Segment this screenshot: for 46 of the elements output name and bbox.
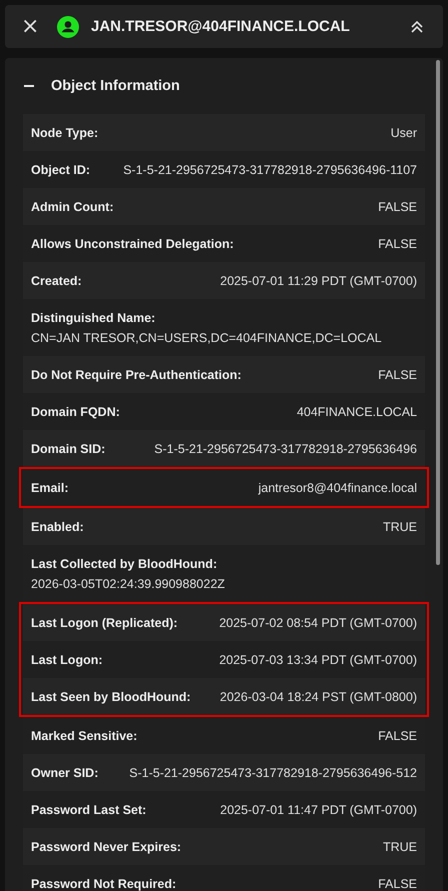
property-value: 404FINANCE.LOCAL (296, 404, 417, 418)
property-label: Do Not Require Pre-Authentication: (31, 368, 242, 382)
property-value: 2025-07-01 11:47 PDT (GMT-0700) (220, 802, 417, 816)
property-value: TRUE (382, 840, 417, 854)
property-value: CN=JAN TRESOR,CN=USERS,DC=404FINANCE,DC=LOCAL (31, 330, 382, 344)
property-label: Password Last Set: (31, 802, 146, 816)
property-value: 2025-07-03 13:34 PDT (GMT-0700) (219, 652, 417, 666)
property-value: 2026-03-05T02:24:39.990988022Z (31, 576, 225, 590)
property-label: Allows Unconstrained Delegation: (31, 236, 234, 250)
property-value: TRUE (382, 520, 417, 534)
property-label: Email: (31, 480, 69, 494)
property-label: Object ID: (31, 162, 90, 176)
scrollbar-thumb[interactable] (436, 60, 440, 565)
property-value: User (390, 126, 417, 140)
double-chevron-up-icon (410, 20, 424, 34)
property-label: Last Seen by BloodHound: (31, 690, 191, 704)
property-value: FALSE (378, 200, 417, 214)
property-label: Admin Count: (31, 200, 114, 214)
section-title: Object Information (51, 78, 180, 94)
property-value: 2026-03-04 18:24 PST (GMT-0800) (220, 690, 417, 704)
property-value: FALSE (378, 236, 417, 250)
property-label: Domain FQDN: (31, 404, 120, 418)
property-label: Password Never Expires: (31, 840, 182, 854)
property-label: Last Logon: (31, 652, 103, 666)
property-label: Password Not Required: (31, 876, 176, 890)
property-label: Marked Sensitive: (31, 728, 138, 742)
user-icon (57, 16, 79, 38)
property-value: S-1-5-21-2956725473-317782918-2795636496 (154, 442, 417, 456)
property-label: Owner SID: (31, 766, 98, 780)
property-label: Created: (31, 274, 82, 288)
node-title: JAN.TRESOR@404FINANCE.LOCAL (91, 18, 351, 35)
property-value: 2025-07-01 11:29 PDT (GMT-0700) (220, 274, 417, 288)
property-label: Node Type: (31, 126, 98, 140)
property-label: Last Logon (Replicated): (31, 616, 178, 630)
property-value: FALSE (378, 728, 417, 742)
property-value: FALSE (378, 876, 417, 890)
property-value: S-1-5-21-2956725473-317782918-2795636496-512 (129, 766, 417, 780)
property-value: 2025-07-02 08:54 PDT (GMT-0700) (219, 616, 417, 630)
close-button[interactable]: × (21, 16, 37, 36)
property-value: S-1-5-21-2956725473-317782918-2795636496-1107 (123, 162, 417, 176)
property-label: Last Collected by BloodHound: (31, 556, 218, 570)
property-value: jantresor8@404finance.local (258, 480, 417, 494)
property-value: FALSE (378, 368, 417, 382)
property-label: Domain SID: (31, 442, 106, 456)
property-label: Distinguished Name: (31, 310, 156, 324)
property-label: Enabled: (31, 520, 84, 534)
